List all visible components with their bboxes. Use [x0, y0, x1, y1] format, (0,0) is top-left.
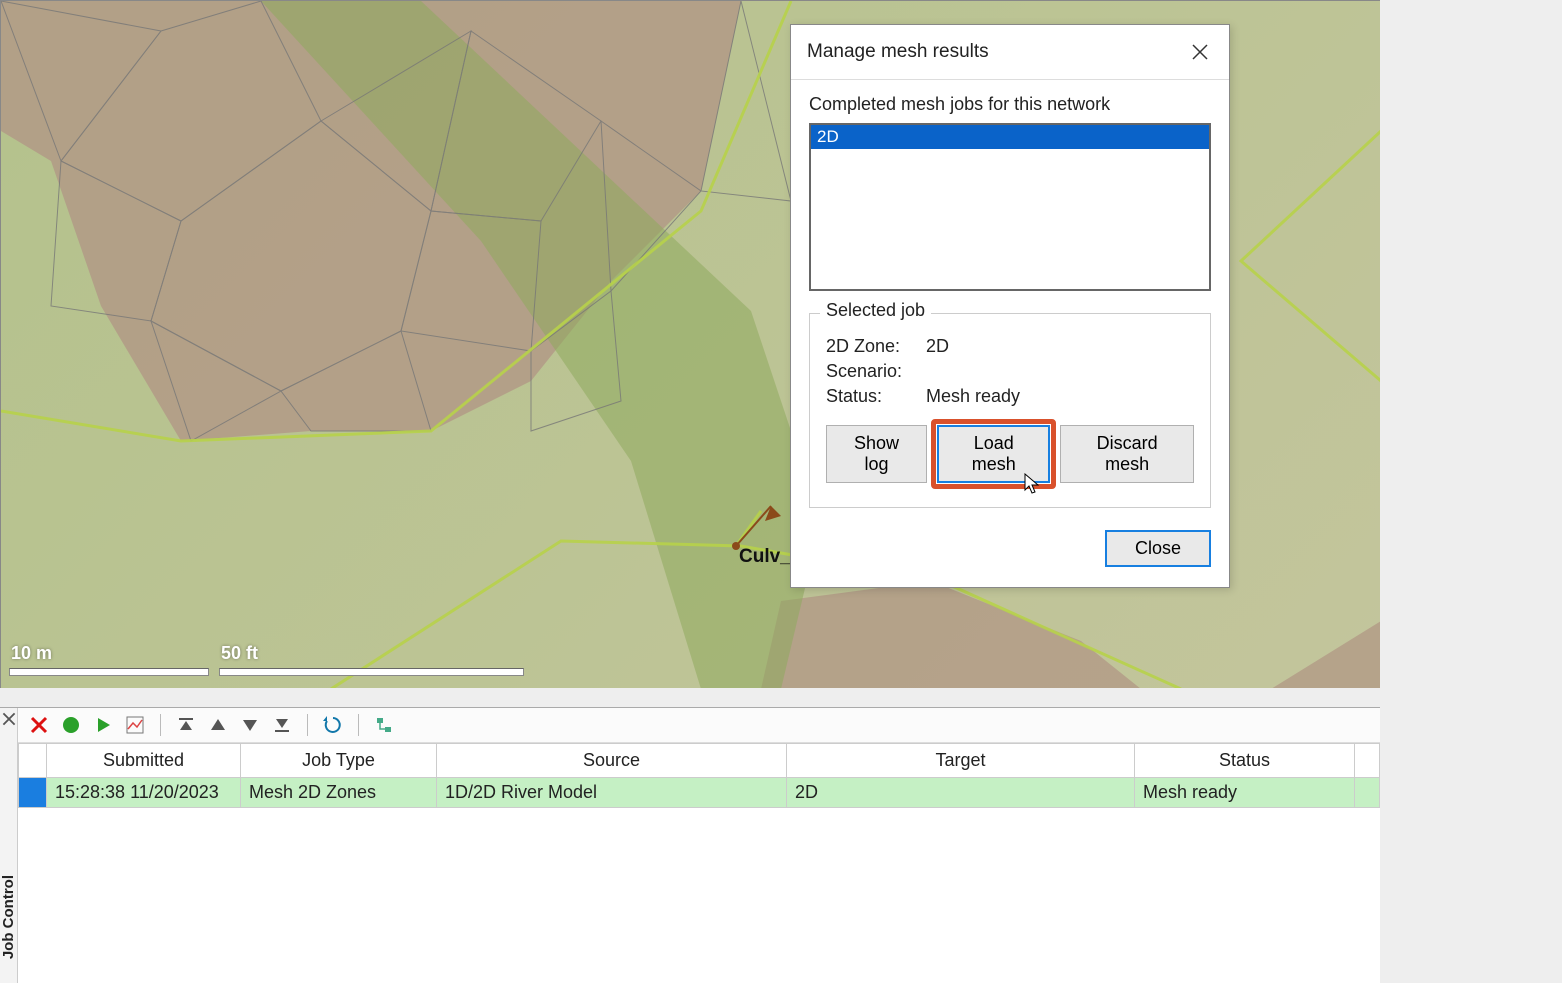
jobs-list-item[interactable]: 2D: [811, 125, 1209, 149]
status-key: Status:: [826, 386, 916, 407]
move-bottom-icon[interactable]: [271, 714, 293, 736]
discard-mesh-button[interactable]: Discard mesh: [1060, 425, 1194, 483]
col-status[interactable]: Status: [1135, 744, 1355, 778]
selected-job-group: Selected job 2D Zone:2D Scenario: Status…: [809, 313, 1211, 508]
delete-icon[interactable]: [28, 714, 50, 736]
cell-submitted: 15:28:38 11/20/2023: [47, 778, 241, 808]
panel-tab-label: Job Control: [0, 875, 17, 959]
cell-jobtype: Mesh 2D Zones: [241, 778, 437, 808]
show-log-button[interactable]: Show log: [826, 425, 927, 483]
table-header-row: Submitted Job Type Source Target Status: [19, 744, 1380, 778]
cell-target: 2D: [787, 778, 1135, 808]
panel-close-button[interactable]: [2, 712, 16, 726]
col-extra: [1355, 744, 1380, 778]
status-value: Mesh ready: [926, 386, 1020, 407]
zone-value: 2D: [926, 336, 949, 357]
col-submitted[interactable]: Submitted: [47, 744, 241, 778]
cell-source: 1D/2D River Model: [437, 778, 787, 808]
col-target[interactable]: Target: [787, 744, 1135, 778]
move-down-icon[interactable]: [239, 714, 261, 736]
refresh-icon[interactable]: [322, 714, 344, 736]
panel-tab[interactable]: Job Control: [0, 708, 18, 983]
panel-toolbar: [18, 708, 1380, 743]
row-header-blank: [19, 744, 47, 778]
job-control-panel: Job Control Submitted: [0, 707, 1380, 983]
col-source[interactable]: Source: [437, 744, 787, 778]
dialog-titlebar: Manage mesh results: [791, 25, 1229, 80]
group-legend: Selected job: [820, 300, 931, 321]
network-icon[interactable]: [373, 714, 395, 736]
close-icon: [1192, 44, 1208, 60]
scale-bar-metric: 10 m: [9, 643, 209, 676]
close-button[interactable]: Close: [1105, 530, 1211, 567]
close-icon: [2, 712, 16, 726]
play-icon[interactable]: [92, 714, 114, 736]
manage-mesh-results-dialog: Manage mesh results Completed mesh jobs …: [790, 24, 1230, 588]
scale-bar-imperial: 50 ft: [219, 643, 524, 676]
dialog-close-button[interactable]: [1183, 35, 1217, 69]
chart-icon[interactable]: [124, 714, 146, 736]
dialog-title-text: Manage mesh results: [807, 41, 989, 63]
job-table[interactable]: Submitted Job Type Source Target Status …: [18, 743, 1380, 808]
scenario-key: Scenario:: [826, 361, 916, 382]
status-ok-icon[interactable]: [60, 714, 82, 736]
jobs-list-label: Completed mesh jobs for this network: [809, 94, 1211, 115]
table-row[interactable]: 15:28:38 11/20/2023 Mesh 2D Zones 1D/2D …: [19, 778, 1380, 808]
node-label: Culv_: [739, 546, 791, 568]
jobs-listbox[interactable]: 2D: [809, 123, 1211, 291]
zone-key: 2D Zone:: [826, 336, 916, 357]
cell-status: Mesh ready: [1135, 778, 1355, 808]
cursor-icon: [1024, 473, 1042, 495]
scale-label-metric: 10 m: [11, 643, 209, 664]
col-jobtype[interactable]: Job Type: [241, 744, 437, 778]
move-top-icon[interactable]: [175, 714, 197, 736]
cell-extra: [1355, 778, 1380, 808]
scale-label-imperial: 50 ft: [221, 643, 524, 664]
row-selector[interactable]: [19, 778, 47, 808]
move-up-icon[interactable]: [207, 714, 229, 736]
